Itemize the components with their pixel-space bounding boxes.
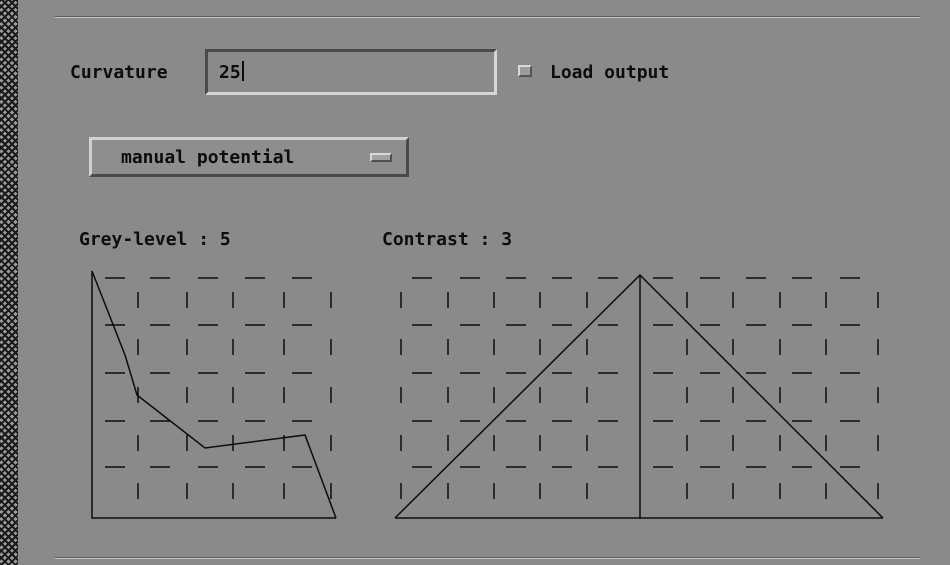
top-separator — [55, 16, 920, 18]
grey-level-potential-plot[interactable] — [80, 265, 345, 525]
curvature-label: Curvature — [70, 62, 168, 83]
grey-level-label: Grey-level : 5 — [79, 229, 231, 250]
contrast-axes — [395, 275, 883, 519]
load-output-label[interactable]: Load output — [550, 62, 669, 83]
grey-level-grid — [105, 277, 332, 499]
contrast-potential-plot[interactable] — [390, 265, 890, 525]
grey-level-potential-curve[interactable] — [91, 270, 337, 519]
contrast-label: Contrast : 3 — [382, 229, 513, 250]
text-cursor — [241, 61, 244, 81]
potential-option-label: manual potential — [121, 147, 295, 168]
curvature-input[interactable]: 25 — [205, 49, 497, 95]
option-menu-indicator-icon — [370, 153, 392, 162]
curvature-value: 25 — [219, 62, 241, 83]
grey-level-axes — [91, 271, 336, 519]
contrast-potential-curve[interactable] — [394, 273, 884, 519]
bottom-separator — [55, 557, 920, 559]
load-output-checkbox[interactable] — [518, 65, 532, 77]
potential-option-menu[interactable]: manual potential — [89, 137, 409, 177]
window-left-border — [0, 0, 24, 565]
